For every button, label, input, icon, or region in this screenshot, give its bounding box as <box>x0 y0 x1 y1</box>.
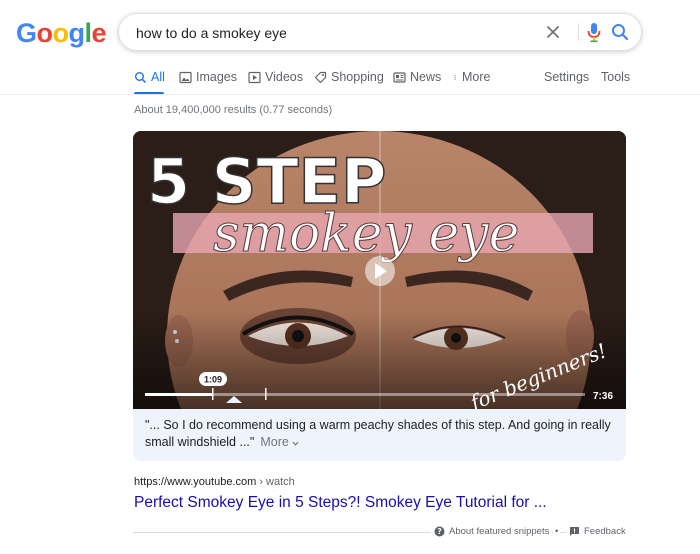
search-input[interactable] <box>134 22 538 44</box>
snippet-caption: "... So I do recommend using a warm peac… <box>145 417 615 451</box>
logo-letter: G <box>16 18 37 48</box>
tab-label: All <box>151 70 165 84</box>
search-bar <box>118 13 642 51</box>
more-button[interactable]: More <box>260 435 299 449</box>
settings-label: Settings <box>544 70 590 84</box>
tab-label: Shopping <box>331 70 384 84</box>
tab-label: Videos <box>265 70 303 84</box>
search-divider <box>578 23 579 41</box>
result-title-link[interactable]: Perfect Smokey Eye in 5 Steps?! Smokey E… <box>134 494 547 512</box>
about-snippets-label: About featured snippets <box>449 526 550 537</box>
video-timestamp: 1:09 <box>204 375 222 385</box>
feedback-label: Feedback <box>584 526 626 537</box>
google-logo[interactable]: Google <box>16 18 107 49</box>
feedback-icon <box>570 527 579 536</box>
progress-marker <box>212 388 214 400</box>
video-thumbnail[interactable]: 5 STEP smokey eye for beginners! 1:09 7:… <box>133 131 626 409</box>
tab-label: More <box>462 70 491 84</box>
play-icon <box>248 71 261 83</box>
tabs-divider <box>0 94 700 95</box>
tab-more[interactable]: More <box>452 70 490 84</box>
chevron-down-icon <box>292 441 299 446</box>
svg-text:?: ? <box>437 527 441 536</box>
logo-letter: l <box>84 18 93 48</box>
close-icon[interactable] <box>543 22 563 42</box>
search-icon <box>135 71 147 83</box>
tab-label: Images <box>196 70 237 84</box>
settings-link[interactable]: Settings <box>544 70 589 84</box>
about-featured-snippets-link[interactable]: ? About featured snippets <box>431 526 553 537</box>
more-label: More <box>260 435 289 449</box>
progress-fill <box>145 393 214 396</box>
tools-link[interactable]: Tools <box>601 70 630 84</box>
video-frame: 5 STEP smokey eye for beginners! 1:09 7:… <box>133 131 626 409</box>
mic-icon[interactable] <box>584 21 604 43</box>
result-domain: https://www.youtube.com <box>134 476 257 488</box>
tag-icon <box>314 71 327 83</box>
tab-all[interactable]: All <box>134 70 165 84</box>
image-icon <box>179 71 192 83</box>
feedback-link[interactable]: Feedback <box>566 526 629 537</box>
video-overlay-script: smokey eye <box>213 204 519 264</box>
logo-letter: g <box>68 18 86 48</box>
tab-images[interactable]: Images <box>179 70 237 84</box>
result-url: https://www.youtube.com › watch <box>134 476 295 488</box>
tab-shopping[interactable]: Shopping <box>314 70 384 84</box>
tab-videos[interactable]: Videos <box>248 70 303 84</box>
tab-label: News <box>410 70 442 84</box>
video-duration: 7:36 <box>593 391 613 402</box>
search-tabs: All Images Videos Shopping News More Set… <box>0 64 700 95</box>
footer-separator: • <box>553 526 561 537</box>
logo-letter: o <box>36 18 54 48</box>
help-icon: ? <box>434 526 445 537</box>
featured-snippet-card: 5 STEP smokey eye for beginners! 1:09 7:… <box>133 131 626 461</box>
news-icon <box>393 71 406 83</box>
tab-news[interactable]: News <box>393 70 441 84</box>
result-breadcrumb: › watch <box>256 476 295 488</box>
search-icon[interactable] <box>610 22 630 42</box>
logo-letter: e <box>91 18 107 48</box>
progress-marker <box>265 388 267 400</box>
snippet-text: "... So I do recommend using a warm peac… <box>145 418 611 449</box>
result-stats: About 19,400,000 results (0.77 seconds) <box>134 104 333 116</box>
dots-icon <box>454 74 456 80</box>
logo-letter: o <box>52 18 70 48</box>
tools-label: Tools <box>601 70 631 84</box>
